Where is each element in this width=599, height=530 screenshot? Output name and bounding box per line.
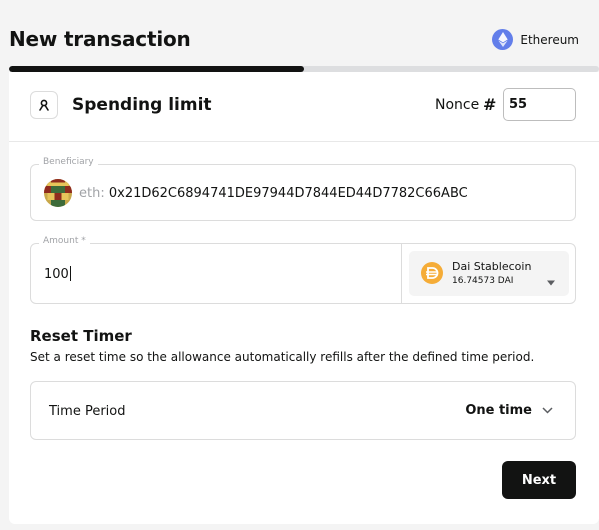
network-indicator: Ethereum bbox=[492, 29, 579, 50]
address-avatar-icon bbox=[44, 179, 72, 207]
beneficiary-field[interactable]: Beneficiary eth: 0x21D62C6894741DE97944D… bbox=[30, 157, 576, 221]
amount-divider bbox=[401, 244, 402, 303]
header: New transaction Ethereum bbox=[0, 0, 599, 68]
spending-limit-icon bbox=[30, 91, 58, 119]
next-button[interactable]: Next bbox=[502, 461, 576, 499]
amount-field: Amount * 100 Dai Stablecoin 16.74573 DAI bbox=[30, 236, 576, 304]
beneficiary-address: eth: 0x21D62C6894741DE97944D7844ED44D778… bbox=[79, 186, 468, 201]
network-name: Ethereum bbox=[520, 32, 579, 47]
time-period-selected: One time bbox=[465, 403, 532, 418]
caret-down-icon bbox=[546, 271, 556, 290]
token-name: Dai Stablecoin bbox=[452, 260, 532, 273]
amount-value: 100 bbox=[44, 267, 69, 282]
nonce-label: Nonce bbox=[435, 97, 480, 113]
nonce-input[interactable]: 55 bbox=[503, 88, 576, 121]
chevron-down-icon bbox=[542, 407, 553, 414]
token-balance: 16.74573 DAI bbox=[452, 276, 514, 286]
amount-legend: Amount * bbox=[39, 236, 90, 246]
time-period-value: One time bbox=[465, 403, 553, 418]
nonce-hash: # bbox=[483, 95, 497, 114]
page-title: New transaction bbox=[9, 27, 191, 51]
time-period-label: Time Period bbox=[49, 404, 126, 419]
transaction-card: Spending limit Nonce # 55 Beneficiary et… bbox=[9, 72, 599, 524]
chain-prefix: eth: bbox=[79, 186, 105, 201]
ethereum-icon bbox=[492, 29, 514, 50]
address-text: 0x21D62C6894741DE97944D7844ED44D7782C66A… bbox=[108, 186, 468, 201]
dai-icon bbox=[421, 262, 443, 284]
card-header: Spending limit Nonce # 55 bbox=[9, 72, 599, 142]
reset-timer-title: Reset Timer bbox=[30, 327, 132, 345]
reset-timer-description: Set a reset time so the allowance automa… bbox=[30, 350, 535, 364]
time-period-select[interactable]: Time Period One time bbox=[30, 381, 576, 440]
amount-input[interactable]: 100 bbox=[44, 266, 71, 282]
token-selector[interactable]: Dai Stablecoin 16.74573 DAI bbox=[409, 251, 569, 296]
spending-limit-title: Spending limit bbox=[72, 95, 212, 115]
beneficiary-legend: Beneficiary bbox=[39, 157, 98, 167]
text-caret bbox=[69, 266, 71, 281]
